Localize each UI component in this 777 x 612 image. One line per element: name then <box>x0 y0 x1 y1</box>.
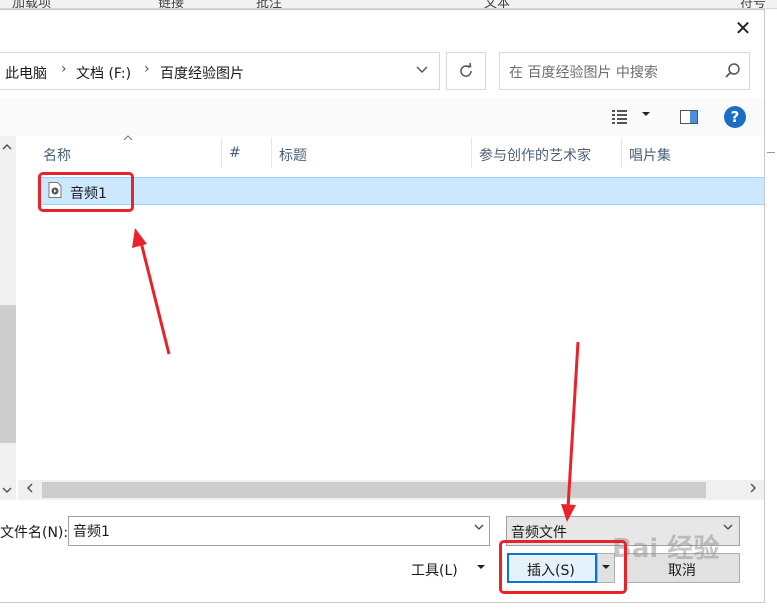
host-ribbon: 加载项 链接 批注 文本 符号 <box>0 0 777 9</box>
address-bar[interactable]: 此电脑 › 文档 (F:) › 百度经验图片 <box>0 52 440 90</box>
column-divider[interactable] <box>221 138 222 168</box>
tools-button[interactable]: 工具(L) <box>411 560 458 580</box>
highlight-box-insert <box>499 540 627 594</box>
view-options-icon[interactable] <box>612 110 632 124</box>
column-header-title[interactable]: 标题 <box>279 145 307 165</box>
chevron-right-icon[interactable]: › <box>144 61 150 77</box>
breadcrumb-this-pc[interactable]: 此电脑 <box>5 63 47 83</box>
close-button[interactable]: ✕ <box>730 17 756 39</box>
highlight-box-file <box>38 172 134 212</box>
ribbon-item-links[interactable]: 链接 <box>158 0 184 8</box>
ribbon-item-addins[interactable]: 加载项 <box>12 0 51 8</box>
scrollbar-thumb[interactable] <box>0 305 16 443</box>
scroll-right-icon[interactable] <box>749 482 757 498</box>
column-header-album[interactable]: 唱片集 <box>629 145 671 165</box>
column-divider[interactable] <box>271 138 272 168</box>
chevron-down-icon[interactable] <box>410 58 434 84</box>
refresh-button[interactable] <box>446 52 486 90</box>
ribbon-item-text[interactable]: 文本 <box>484 0 510 8</box>
filename-label: 文件名(N): <box>0 525 69 541</box>
help-icon[interactable]: ? <box>724 106 746 128</box>
breadcrumb-folder[interactable]: 百度经验图片 <box>160 63 244 83</box>
chevron-down-icon[interactable] <box>473 520 485 534</box>
scroll-left-icon[interactable] <box>26 482 34 498</box>
watermark: Bai 经验 <box>612 534 720 564</box>
ribbon-item-comments[interactable]: 批注 <box>256 0 282 8</box>
caret-down-icon[interactable] <box>641 108 651 121</box>
column-header-artists[interactable]: 参与创作的艺术家 <box>479 145 591 165</box>
ribbon-item-symbols[interactable]: 符号 <box>740 0 766 8</box>
filename-field[interactable] <box>68 516 490 546</box>
scrollbar-thumb[interactable] <box>42 482 706 498</box>
refresh-icon <box>460 62 472 77</box>
column-divider[interactable] <box>621 138 622 168</box>
search-icon[interactable] <box>722 60 744 82</box>
filetype-value: 音频文件 <box>511 525 567 541</box>
chevron-down-icon[interactable] <box>722 520 734 534</box>
breadcrumb-drive-f[interactable]: 文档 (F:) <box>76 63 131 83</box>
scroll-up-icon[interactable] <box>1 140 13 154</box>
search-placeholder: 在 百度经验图片 中搜索 <box>509 65 658 81</box>
chevron-right-icon[interactable]: › <box>61 61 67 77</box>
column-header-name[interactable]: 名称 <box>43 145 71 165</box>
sort-ascending-icon <box>122 132 134 145</box>
caret-down-icon[interactable] <box>476 561 486 574</box>
preview-pane-icon[interactable] <box>680 110 698 124</box>
host-divider <box>767 152 775 153</box>
scroll-down-icon[interactable] <box>1 483 13 497</box>
host-background <box>765 9 777 612</box>
column-divider[interactable] <box>471 138 472 168</box>
file-list-item[interactable] <box>40 177 764 205</box>
column-header-number[interactable]: # <box>229 145 241 161</box>
